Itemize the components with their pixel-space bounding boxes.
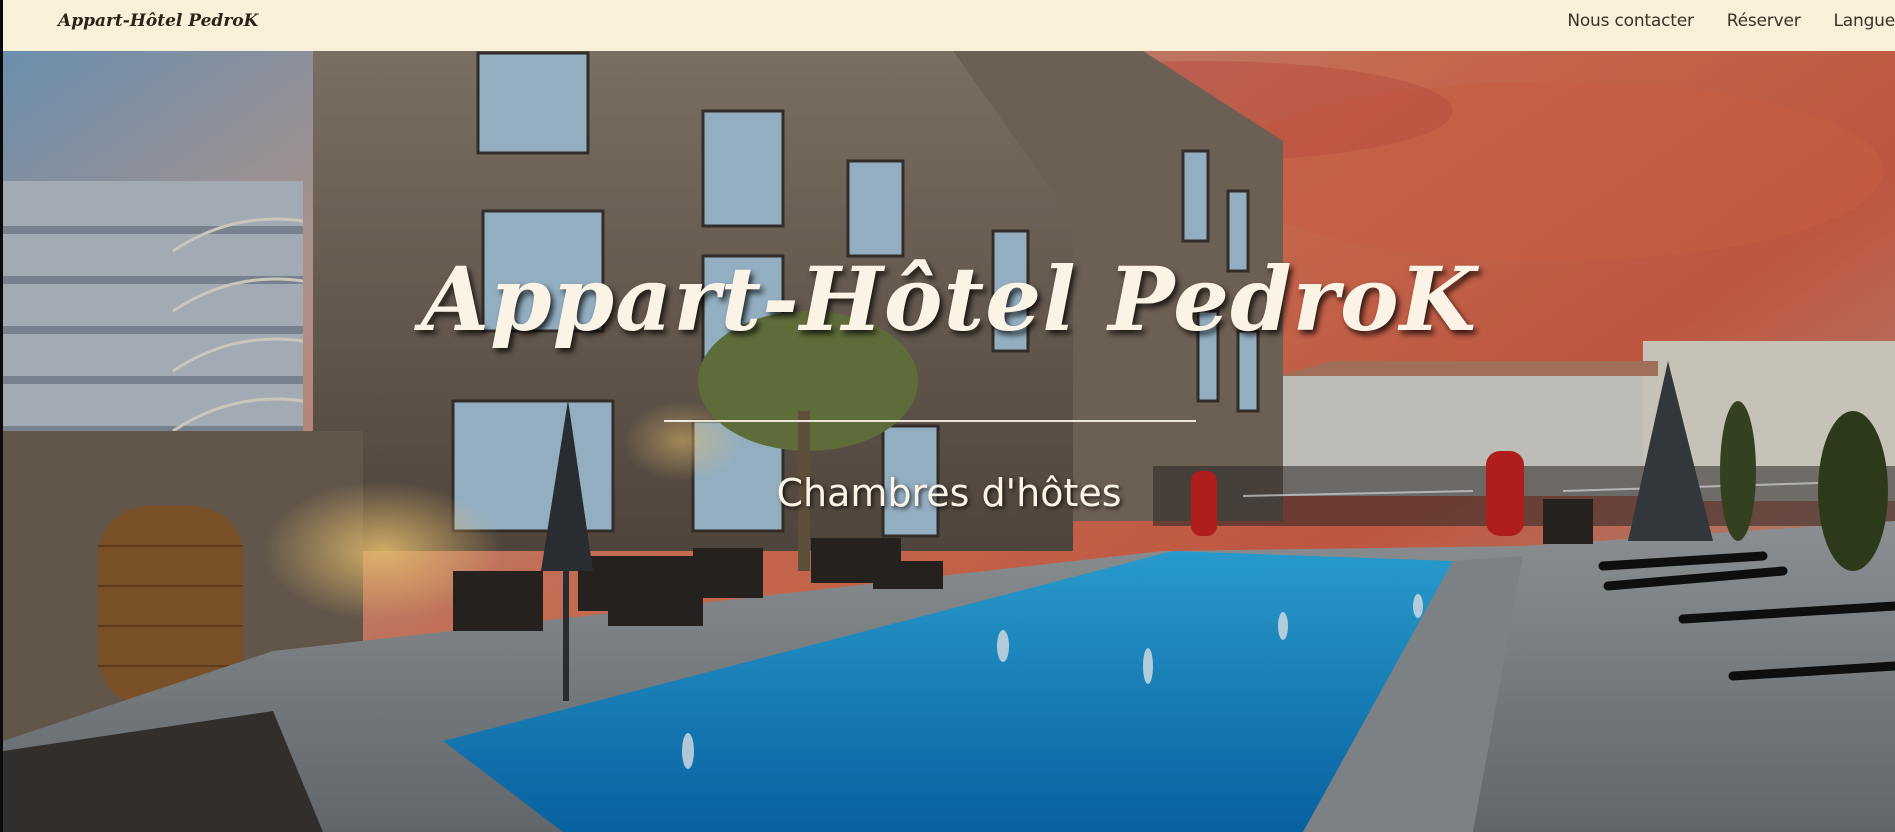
hero-title: Appart-Hôtel PedroK	[420, 247, 1478, 351]
top-navbar: Appart-Hôtel PedroK Nous contacter Réser…	[3, 0, 1895, 51]
hero-background-photo	[3, 51, 1895, 832]
hero-divider	[664, 420, 1196, 422]
nav-contact-link[interactable]: Nous contacter	[1567, 11, 1694, 31]
nav-links: Nous contacter Réserver Langue	[1534, 11, 1895, 31]
nav-book-link[interactable]: Réserver	[1727, 11, 1801, 31]
window-edge	[0, 0, 3, 832]
hero-banner: Appart-Hôtel PedroK Chambres d'hôtes	[3, 51, 1895, 832]
brand-logo-link[interactable]: Appart-Hôtel PedroK	[58, 11, 258, 31]
hero-subtitle: Chambres d'hôtes	[776, 471, 1122, 515]
nav-language-link[interactable]: Langue	[1834, 11, 1895, 31]
